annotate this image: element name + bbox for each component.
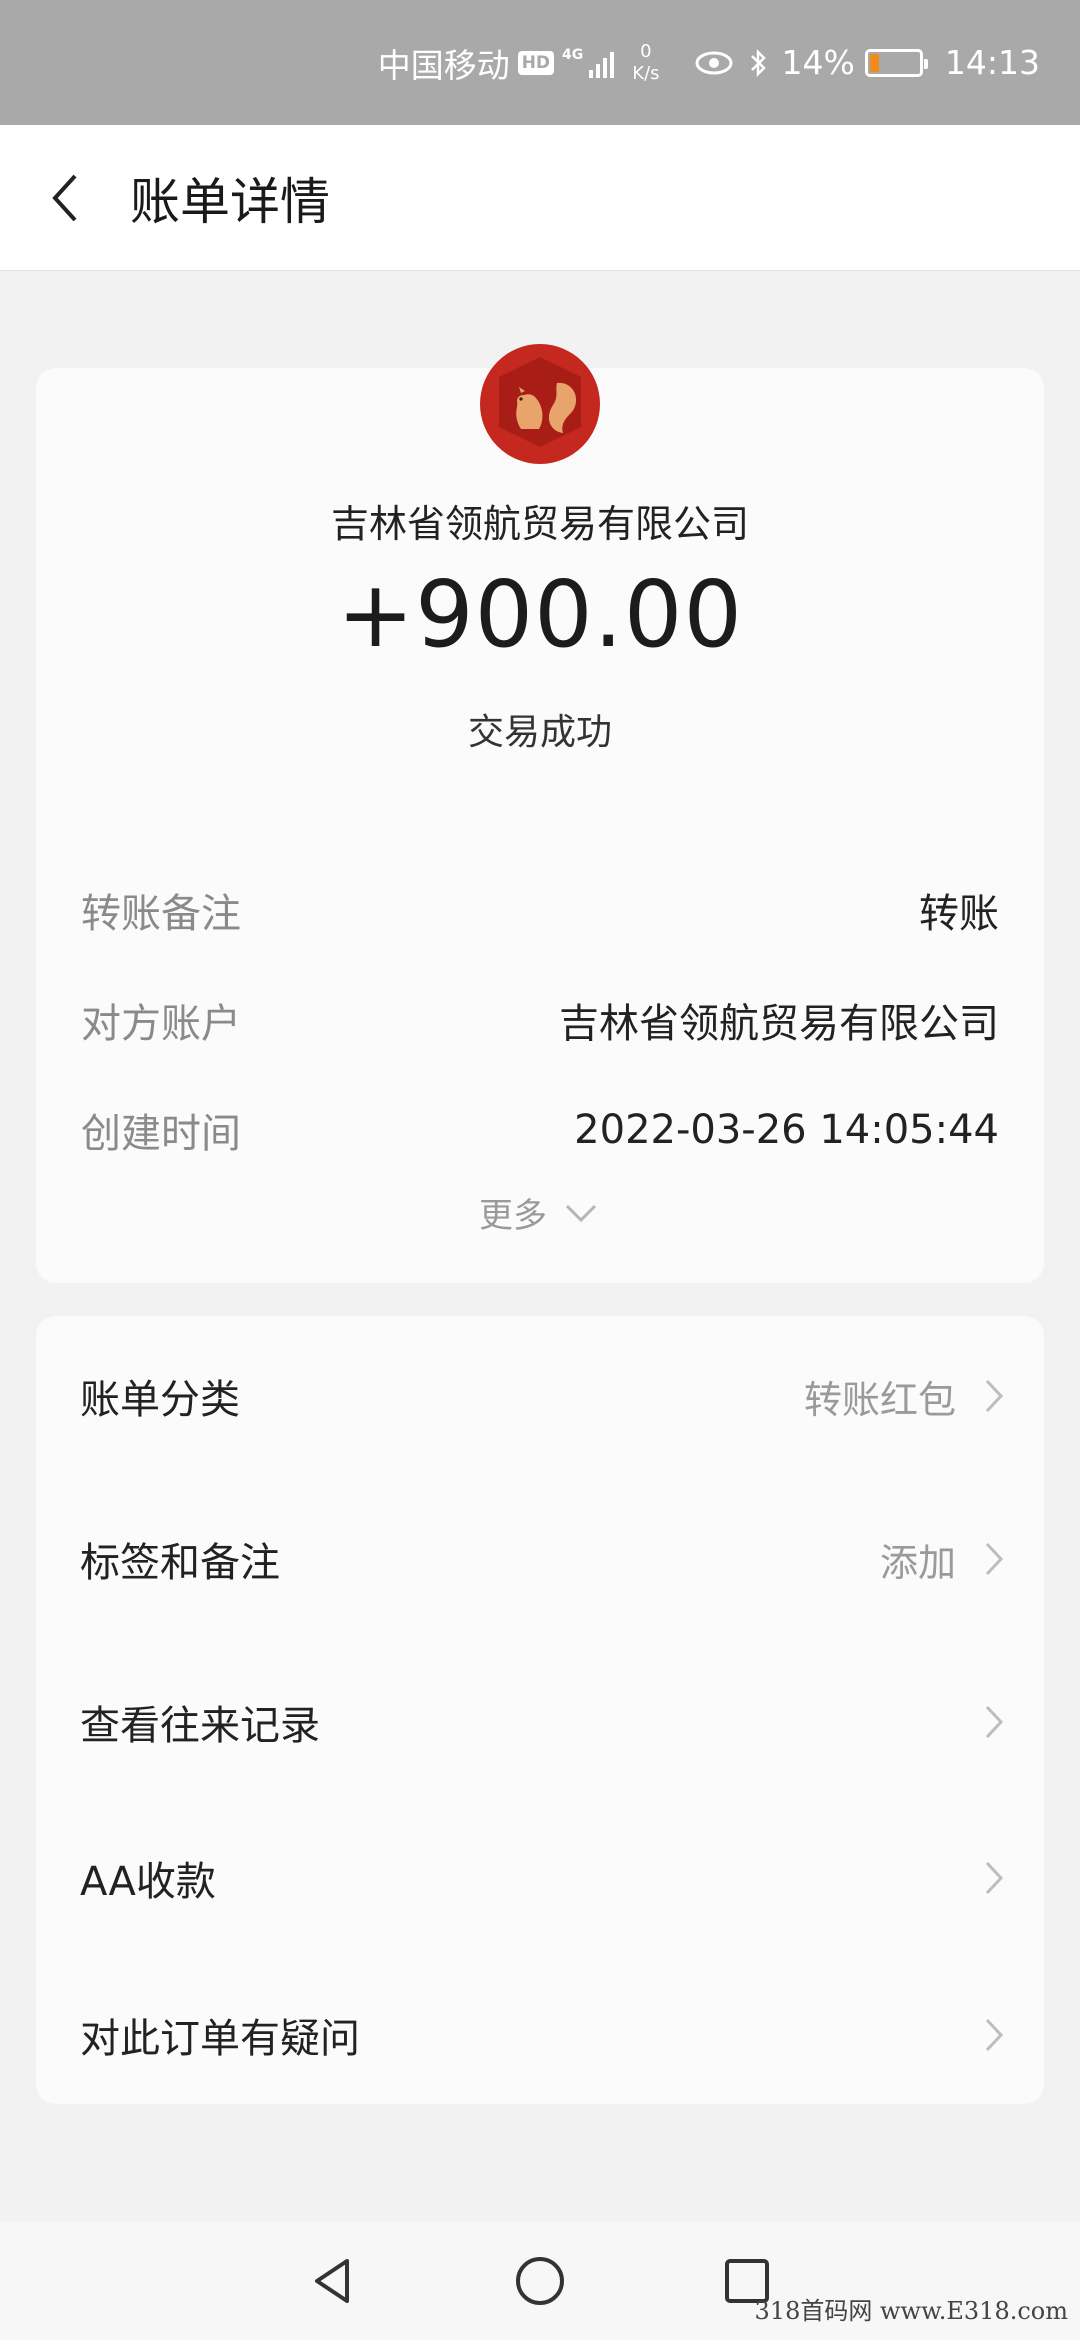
battery-fill — [869, 53, 879, 72]
more-label: 更多 — [479, 1196, 547, 1236]
chevron-right-icon — [985, 1379, 1004, 1413]
detail-label: 转账备注 — [81, 891, 241, 937]
action-label: 查看往来记录 — [80, 1703, 320, 1749]
detail-label: 创建时间 — [81, 1111, 241, 1157]
speed-unit: K/s — [632, 62, 660, 84]
detail-row-created-time: 创建时间 2022-03-26 14:05:44 — [81, 1100, 999, 1160]
action-right: 添加 — [880, 1532, 1006, 1587]
action-label: 账单分类 — [80, 1377, 240, 1423]
network-speed: 0 K/s — [632, 41, 659, 85]
triangle-back-icon — [315, 2259, 350, 2303]
bill-summary-card: 吉林省领航贸易有限公司 +900.00 交易成功 转账备注 转账 对方账户 吉林… — [36, 344, 1044, 1283]
back-button[interactable] — [0, 125, 130, 271]
chevron-right-icon — [985, 1542, 1004, 1576]
squirrel-logo-icon — [480, 344, 600, 464]
signal-icon: 4G — [562, 46, 615, 78]
more-toggle[interactable]: 更多 — [36, 1188, 1044, 1237]
app-header: 账单详情 — [0, 125, 1080, 271]
action-label: 对此订单有疑问 — [80, 2016, 360, 2062]
action-right — [956, 1858, 1006, 1898]
action-label: AA收款 — [80, 1859, 216, 1905]
eye-icon — [694, 49, 734, 77]
chevron-right-icon — [985, 1861, 1004, 1895]
chevron-left-icon — [52, 174, 77, 221]
detail-value: 2022-03-26 14:05:44 — [574, 1107, 999, 1153]
action-row-category[interactable]: 账单分类 转账红包 — [80, 1346, 1006, 1446]
merchant-name: 吉林省领航贸易有限公司 — [330, 502, 749, 546]
battery-tip — [923, 58, 928, 69]
action-value: 转账红包 — [803, 1377, 956, 1422]
carrier-label: 中国移动 — [377, 45, 510, 85]
action-value: 添加 — [879, 1540, 956, 1585]
action-row-history[interactable]: 查看往来记录 — [80, 1672, 1006, 1772]
detail-label: 对方账户 — [81, 1001, 241, 1047]
battery-icon — [864, 48, 928, 77]
signal-bar — [589, 69, 594, 78]
action-row-tags-notes[interactable]: 标签和备注 添加 — [80, 1509, 1006, 1609]
action-row-question[interactable]: 对此订单有疑问 — [80, 1985, 1006, 2085]
battery-percent: 14% — [781, 43, 855, 82]
detail-value: 转账 — [919, 891, 999, 937]
transaction-amount: +900.00 — [337, 561, 743, 668]
system-nav-bar: 318首码网 www.E318.com — [0, 2222, 1080, 2340]
action-row-aa-collect[interactable]: AA收款 — [80, 1828, 1006, 1928]
page-title: 账单详情 — [130, 172, 330, 231]
nav-back-button[interactable] — [303, 2251, 363, 2311]
signal-bar — [603, 57, 608, 78]
signal-bar — [610, 51, 615, 78]
merchant-avatar — [479, 343, 601, 465]
signal-bar — [596, 63, 601, 78]
detail-value: 吉林省领航贸易有限公司 — [559, 1001, 999, 1047]
hd-icon: HD — [517, 50, 555, 75]
chevron-right-icon — [985, 2018, 1004, 2052]
nav-home-button[interactable] — [510, 2251, 570, 2311]
action-right — [956, 2015, 1006, 2055]
action-right: 转账红包 — [804, 1369, 1006, 1424]
carrier-name: 中国移动 HD — [377, 39, 555, 87]
status-bar: 中国移动 HD 4G 0 K/s 14% 14:13 — [0, 0, 1080, 125]
bluetooth-icon — [748, 47, 768, 79]
speed-value: 0 — [640, 40, 652, 62]
detail-row-remark: 转账备注 转账 — [81, 880, 999, 940]
chevron-down-icon — [565, 1204, 597, 1222]
circle-home-icon — [515, 2257, 564, 2305]
action-right — [956, 1702, 1006, 1742]
action-label: 标签和备注 — [80, 1540, 280, 1586]
clock: 14:13 — [944, 43, 1040, 82]
watermark: 318首码网 www.E318.com — [754, 2297, 1068, 2325]
transaction-status: 交易成功 — [467, 712, 612, 753]
chevron-right-icon — [985, 1705, 1004, 1739]
detail-row-counterparty: 对方账户 吉林省领航贸易有限公司 — [81, 990, 999, 1050]
bill-actions-card: 账单分类 转账红包 标签和备注 添加 查看往来记录 AA收款 对此订单有疑问 — [36, 1316, 1044, 2104]
network-type: 4G — [562, 46, 584, 63]
